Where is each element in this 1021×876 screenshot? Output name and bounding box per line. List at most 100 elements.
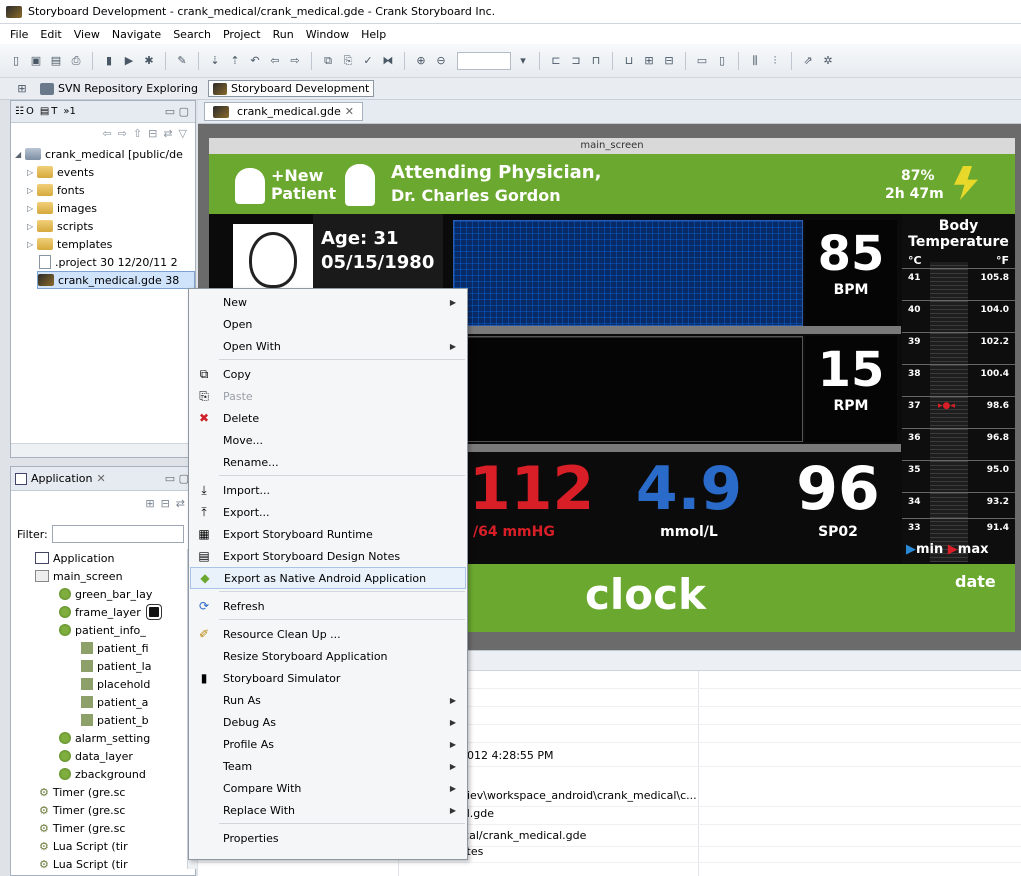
menu-item-export-storyboard-design-notes[interactable]: ▤ Export Storyboard Design Notes: [190, 545, 466, 567]
menu-edit[interactable]: Edit: [34, 28, 67, 41]
match-width-icon[interactable]: ▭: [694, 53, 710, 69]
tree-item-events[interactable]: ▷ events: [27, 163, 94, 181]
save-all-icon[interactable]: ▤: [48, 53, 64, 69]
menu-item-export-as-native-android-application[interactable]: ◆ Export as Native Android Application: [190, 567, 466, 589]
expanded-icon[interactable]: ◢: [15, 150, 25, 159]
tab-application[interactable]: Application: [31, 472, 92, 485]
menu-item-team[interactable]: Team ▶: [190, 755, 466, 777]
tree-item-scripts[interactable]: ▷ scripts: [27, 217, 93, 235]
app-item-layer[interactable]: patient_info_: [59, 621, 146, 639]
app-item-timer[interactable]: ⚙ Timer (gre.sc: [39, 801, 125, 819]
align-left-icon[interactable]: ⊏: [548, 53, 564, 69]
app-item-application[interactable]: Application: [35, 549, 114, 567]
menu-item-refresh[interactable]: ⟳ Refresh: [190, 595, 466, 617]
app-item-timer[interactable]: ⚙ Timer (gre.sc: [39, 819, 125, 837]
collapsed-icon[interactable]: ▷: [27, 204, 37, 213]
link-editor-icon[interactable]: ⇄: [163, 127, 172, 140]
distribute-h-icon[interactable]: ⫼: [747, 53, 763, 69]
next-annotation-icon[interactable]: ⇣: [207, 53, 223, 69]
chevron-down-icon[interactable]: ▾: [515, 53, 531, 69]
tab-outline[interactable]: ☷ O: [15, 106, 34, 117]
close-icon[interactable]: ✕: [345, 105, 354, 118]
tree-item-project-file[interactable]: .project 30 12/20/11 2: [39, 253, 178, 271]
menu-project[interactable]: Project: [217, 28, 267, 41]
zoom-out-icon[interactable]: ⊖: [433, 53, 449, 69]
copy-icon[interactable]: ⧉: [320, 53, 336, 69]
new-icon[interactable]: ▯: [8, 53, 24, 69]
simulator-icon[interactable]: ▮: [101, 53, 117, 69]
paste-icon[interactable]: ⎘: [340, 53, 356, 69]
menu-item-new[interactable]: New ▶: [190, 291, 466, 313]
perspective-svn[interactable]: SVN Repository Exploring: [36, 81, 202, 96]
pencil-icon[interactable]: ✎: [174, 53, 190, 69]
menu-item-run-as[interactable]: Run As ▶: [190, 689, 466, 711]
collapsed-icon[interactable]: ▷: [27, 240, 37, 249]
open-perspective-icon[interactable]: ⊞: [14, 81, 30, 97]
tree-item-images[interactable]: ▷ images: [27, 199, 97, 217]
menu-item-resize-storyboard-application[interactable]: Resize Storyboard Application: [190, 645, 466, 667]
green-bar-layer[interactable]: +New Patient Attending Physician, Dr. Ch…: [209, 154, 1015, 214]
app-item-control[interactable]: patient_a: [81, 693, 148, 711]
menu-item-delete[interactable]: ✖ Delete: [190, 407, 466, 429]
zoom-in-icon[interactable]: ⊕: [413, 53, 429, 69]
app-item-layer[interactable]: green_bar_lay: [59, 585, 152, 603]
menu-file[interactable]: File: [4, 28, 34, 41]
print-icon[interactable]: ⎙: [68, 53, 84, 69]
menu-help[interactable]: Help: [355, 28, 392, 41]
menu-item-paste[interactable]: ⎘ Paste: [190, 385, 466, 407]
app-item-control[interactable]: patient_fi: [81, 639, 149, 657]
app-item-layer[interactable]: zbackground: [59, 765, 146, 783]
menu-item-export-storyboard-runtime[interactable]: ▦ Export Storyboard Runtime: [190, 523, 466, 545]
menu-window[interactable]: Window: [300, 28, 355, 41]
menu-item-rename[interactable]: Rename...: [190, 451, 466, 473]
save-icon[interactable]: ▣: [28, 53, 44, 69]
menu-navigate[interactable]: Navigate: [106, 28, 167, 41]
app-item-control[interactable]: patient_b: [81, 711, 149, 729]
app-item-screen[interactable]: main_screen: [35, 567, 123, 585]
align-top-icon[interactable]: ⊔: [621, 53, 637, 69]
minimize-icon[interactable]: ▭ ▢: [165, 472, 189, 485]
last-edit-icon[interactable]: ↶: [247, 53, 263, 69]
app-item-lua-script[interactable]: ⚙ Lua Script (tir: [39, 837, 128, 855]
tab-crank-medical[interactable]: crank_medical.gde ✕: [204, 102, 363, 121]
menu-search[interactable]: Search: [167, 28, 217, 41]
prev-annotation-icon[interactable]: ⇡: [227, 53, 243, 69]
tree-item-templates[interactable]: ▷ templates: [27, 235, 112, 253]
settings-icon[interactable]: ✲: [820, 53, 836, 69]
forward-icon[interactable]: ⇨: [287, 53, 303, 69]
tree-item-fonts[interactable]: ▷ fonts: [27, 181, 85, 199]
tree-item-gde-file[interactable]: crank_medical.gde 38: [37, 271, 195, 289]
menu-item-profile-as[interactable]: Profile As ▶: [190, 733, 466, 755]
eye-icon[interactable]: [145, 604, 162, 620]
close-icon[interactable]: ✕: [96, 472, 105, 485]
app-item-layer[interactable]: alarm_setting: [59, 729, 150, 747]
distribute-v-icon[interactable]: ⫶: [767, 53, 783, 69]
export-icon[interactable]: ⇗: [800, 53, 816, 69]
up-icon[interactable]: ⇧: [133, 127, 142, 140]
align-center-icon[interactable]: ⊐: [568, 53, 584, 69]
menu-item-compare-with[interactable]: Compare With ▶: [190, 777, 466, 799]
menu-item-open-with[interactable]: Open With ▶: [190, 335, 466, 357]
align-bottom-icon[interactable]: ⊟: [661, 53, 677, 69]
tab-templates[interactable]: ▤ T: [40, 106, 58, 117]
align-right-icon[interactable]: ⊓: [588, 53, 604, 69]
menu-item-debug-as[interactable]: Debug As ▶: [190, 711, 466, 733]
align-middle-icon[interactable]: ⊞: [641, 53, 657, 69]
filter-input[interactable]: [51, 525, 184, 543]
debug-icon[interactable]: ✱: [141, 53, 157, 69]
back-icon[interactable]: ⇦: [102, 127, 111, 140]
collapsed-icon[interactable]: ▷: [27, 168, 37, 177]
menu-item-move[interactable]: Move...: [190, 429, 466, 451]
link-icon[interactable]: ⧓: [380, 53, 396, 69]
forward-icon[interactable]: ⇨: [118, 127, 127, 140]
horizontal-scrollbar[interactable]: [11, 443, 195, 457]
menu-item-replace-with[interactable]: Replace With ▶: [190, 799, 466, 821]
menu-item-export[interactable]: ⤒ Export...: [190, 501, 466, 523]
app-item-control[interactable]: patient_la: [81, 657, 151, 675]
menu-run[interactable]: Run: [267, 28, 300, 41]
collapse-all-icon[interactable]: ⊟: [161, 497, 170, 510]
perspective-storyboard[interactable]: Storyboard Development: [207, 80, 375, 97]
app-item-lua-script[interactable]: ⚙ Lua Script (tir: [39, 855, 128, 873]
check-icon[interactable]: ✓: [360, 53, 376, 69]
expand-all-icon[interactable]: ⊞: [145, 497, 154, 510]
